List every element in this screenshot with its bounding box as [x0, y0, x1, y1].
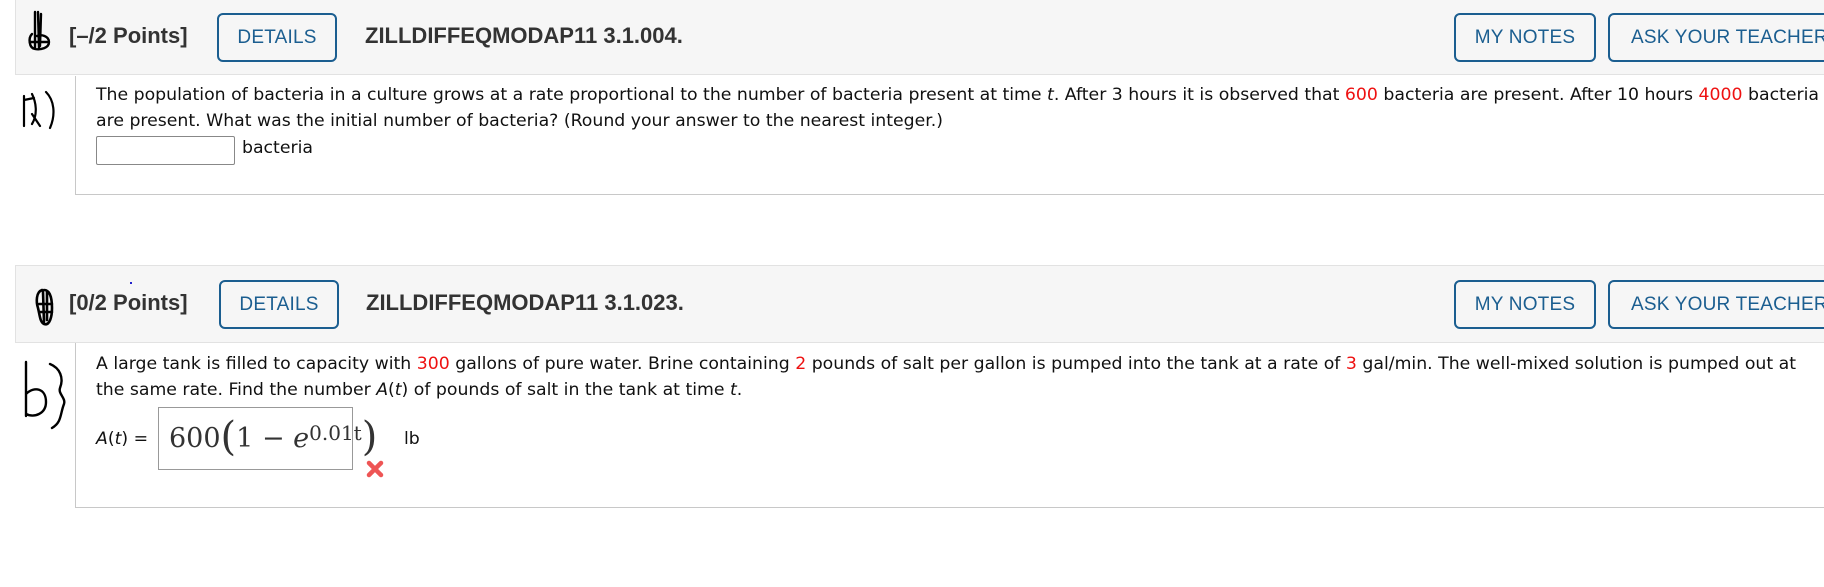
points-label: [0/2 Points] — [69, 290, 188, 315]
given-value: 4000 — [1698, 85, 1743, 105]
points-label: [–/2 Points] — [69, 23, 188, 48]
question-code: ZILLDIFFEQMODAP11 3.1.023. — [366, 290, 684, 315]
stray-dot — [130, 282, 132, 284]
question-body: The population of bacteria in a culture … — [75, 76, 1824, 195]
question-code: ZILLDIFFEQMODAP11 3.1.004. — [365, 23, 683, 48]
answer-input[interactable] — [96, 136, 235, 165]
given-value: 2 — [795, 354, 807, 374]
x-mark-icon — [366, 460, 384, 478]
ask-your-teacher-button[interactable]: ASK YOUR TEACHER — [1608, 280, 1824, 329]
question-header: [–/2 Points] DETAILS ZILLDIFFEQMODAP11 3… — [15, 0, 1824, 75]
details-button[interactable]: DETAILS — [217, 13, 337, 62]
given-value: 300 — [416, 354, 450, 374]
given-value: 600 — [1344, 85, 1378, 105]
my-notes-button[interactable]: MY NOTES — [1454, 13, 1596, 62]
details-button[interactable]: DETAILS — [219, 280, 339, 329]
unit-label: bacteria — [242, 138, 313, 158]
ask-your-teacher-button[interactable]: ASK YOUR TEACHER — [1608, 13, 1824, 62]
handwritten-mark-icon — [28, 10, 51, 51]
question-text: A large tank is filled to capacity with … — [96, 354, 1797, 400]
handwritten-mark-icon — [35, 288, 54, 326]
handwritten-a-annotation — [22, 90, 55, 130]
my-notes-button[interactable]: MY NOTES — [1454, 280, 1596, 329]
question-body: A large tank is filled to capacity with … — [75, 343, 1824, 508]
question-header: [0/2 Points] DETAILS ZILLDIFFEQMODAP11 3… — [15, 265, 1824, 343]
question-text: The population of bacteria in a culture … — [96, 85, 1819, 131]
answer-label: A(t) = — [96, 429, 149, 449]
unit-label: lb — [404, 429, 420, 449]
handwritten-b-annotation — [24, 360, 66, 430]
math-answer-field[interactable]: 600(1 − e 0.01t) — [158, 407, 377, 470]
given-value: 3 — [1345, 354, 1357, 374]
